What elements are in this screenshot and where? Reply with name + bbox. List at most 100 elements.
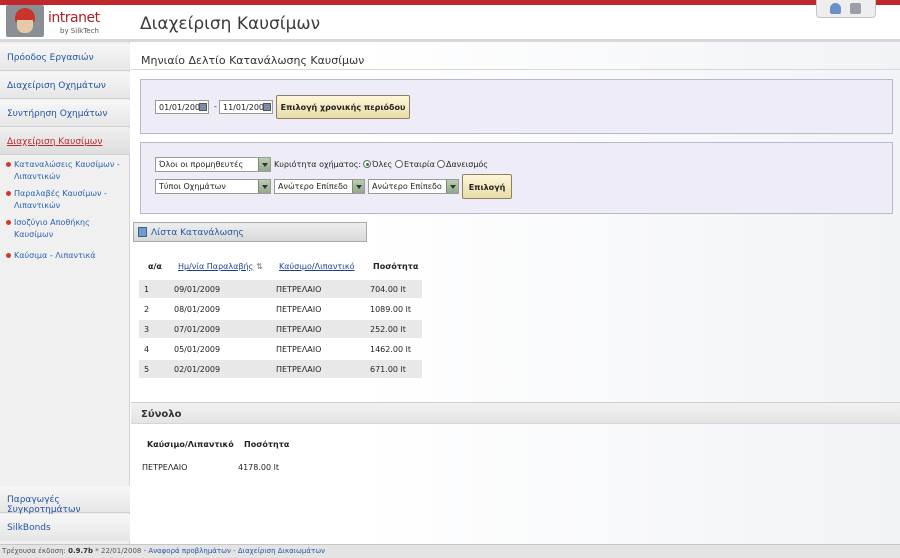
cell-index: 5: [144, 365, 150, 374]
tab-consumption-list-label: Λίστα Κατανάλωσης: [151, 228, 244, 238]
date-from-input[interactable]: 01/01/2009: [155, 100, 209, 114]
table-row: 3 07/01/2009 ΠΕΤΡΕΛΑΙΟ 252.00 lt: [139, 320, 422, 338]
chevron-down-icon: [446, 180, 458, 193]
period-panel: 01/01/2009 - 11/01/2009 Επιλογή χρονικής…: [140, 79, 893, 134]
page-title-bar: Μηνιαίο Δελτίο Κατανάλωσης Καυσίμων: [131, 46, 900, 70]
supplier-select-value: Όλοι οι προμηθευτές: [159, 160, 244, 169]
select-period-button[interactable]: Επιλογή χρονικής περιόδου: [276, 95, 410, 119]
table-row: 5 02/01/2009 ΠΕΤΡΕΛΑΙΟ 671.00 lt: [139, 360, 422, 378]
date-to-input[interactable]: 11/01/2009: [219, 100, 273, 114]
table-row: 4 05/01/2009 ΠΕΤΡΕΛΑΙΟ 1462.00 lt: [139, 340, 422, 358]
summary-header-quantity: Ποσότητα: [244, 440, 290, 449]
sidebar-subitem-label: Καύσιμα - Λιπαντικά: [14, 251, 96, 260]
ownership-radio-loan[interactable]: [437, 160, 445, 168]
version-number: 0.9.7b: [68, 547, 94, 555]
permissions-link[interactable]: Διαχείριση Δικαιωμάτων: [238, 547, 325, 555]
column-header-index: α/α: [148, 262, 162, 271]
cell-fuel: ΠΕΤΡΕΛΑΙΟ: [276, 325, 322, 334]
chevron-down-icon: [258, 180, 270, 193]
filter-panel: Όλοι οι προμηθευτές Κυριότητα οχήματος: …: [140, 142, 893, 214]
sidebar-item-assembly-production[interactable]: Παραγωγές Συγκροτημάτων: [0, 486, 130, 515]
cell-date: 07/01/2009: [174, 325, 221, 334]
calendar-icon[interactable]: [263, 103, 271, 111]
column-header-fuel-link[interactable]: Καύσιμο/Λιπαντικό: [279, 262, 354, 271]
vehicle-types-select[interactable]: Τύποι Οχημάτων: [155, 179, 271, 194]
logo-subtitle: by SilkTech: [60, 27, 99, 35]
cell-index: 3: [144, 325, 150, 334]
vehicle-types-value: Τύποι Οχημάτων: [159, 182, 226, 191]
cell-index: 1: [144, 285, 150, 294]
column-header-fuel[interactable]: Καύσιμο/Λιπαντικό: [279, 262, 354, 271]
column-header-date-link[interactable]: Ημ/νία Παραλαβής: [178, 262, 253, 271]
face-icon: [17, 20, 33, 33]
print-icon[interactable]: [850, 3, 861, 14]
summary-title: Σύνολο: [141, 409, 182, 420]
sidebar-subitem-label: Ισοζύγιο Αποθήκης Καυσίμων: [14, 218, 90, 239]
sidebar-item-fuel-management[interactable]: Διαχείριση Καυσίμων: [0, 128, 130, 155]
column-header-quantity: Ποσότητα: [373, 262, 419, 271]
sidebar-item-work-progress[interactable]: Πρόοδος Εργασιών: [0, 44, 130, 71]
cell-quantity: 1462.00 lt: [370, 345, 411, 354]
table-row: 2 08/01/2009 ΠΕΤΡΕΛΑΙΟ 1089.00 lt: [139, 300, 422, 318]
toolbar-tab: [816, 0, 876, 18]
chevron-down-icon: [258, 158, 270, 171]
calendar-icon[interactable]: [199, 103, 207, 111]
sidebar-subitem-label: Παραλαβές Καυσίμων - Λιπαντικών: [14, 189, 107, 210]
ownership-radio-company[interactable]: [395, 160, 403, 168]
version-date: * 22/01/2008 -: [95, 547, 147, 555]
logo-icon[interactable]: [6, 5, 44, 37]
summary-header: Σύνολο: [131, 402, 900, 424]
cell-date: 02/01/2009: [174, 365, 221, 374]
date-separator: -: [214, 102, 217, 111]
cell-quantity: 671.00 lt: [370, 365, 406, 374]
cell-date: 08/01/2009: [174, 305, 221, 314]
document-icon: [138, 227, 147, 237]
summary-cell-fuel: ΠΕΤΡΕΛΑΙΟ: [142, 463, 188, 472]
main-content: Μηνιαίο Δελτίο Κατανάλωσης Καυσίμων 01/0…: [131, 42, 900, 544]
summary-cell-quantity: 4178.00 lt: [238, 463, 279, 472]
ownership-radio-all[interactable]: [363, 160, 371, 168]
header-stripe: [0, 0, 900, 5]
logo-text: intranet: [48, 10, 100, 26]
bullet-icon: [6, 253, 11, 258]
level1-value: Ανώτερο Επίπεδο: [278, 182, 348, 191]
cell-date: 05/01/2009: [174, 345, 221, 354]
sidebar-item-silkbonds[interactable]: SilkBonds: [0, 514, 130, 541]
cell-quantity: 252.00 lt: [370, 325, 406, 334]
ownership-option-all: Όλες: [372, 160, 393, 169]
cell-index: 4: [144, 345, 150, 354]
sidebar-item-vehicle-management[interactable]: Διαχείριση Οχημάτων: [0, 72, 130, 99]
sidebar-subitem-fuels-lubricants[interactable]: Καύσιμα - Λιπαντικά: [6, 250, 124, 262]
cell-date: 09/01/2009: [174, 285, 221, 294]
user-icon[interactable]: [830, 3, 841, 14]
sidebar-item-vehicle-maintenance[interactable]: Συντήρηση Οχημάτων: [0, 100, 130, 127]
sort-icon[interactable]: ⇅: [256, 262, 263, 271]
cell-fuel: ΠΕΤΡΕΛΑΙΟ: [276, 285, 322, 294]
level1-select[interactable]: Ανώτερο Επίπεδο: [274, 179, 365, 194]
apply-filter-button[interactable]: Επιλογή: [462, 174, 512, 199]
sidebar: Πρόοδος Εργασιών Διαχείριση Οχημάτων Συν…: [0, 42, 130, 544]
report-problems-link[interactable]: Αναφορά προβλημάτων: [148, 547, 231, 555]
sidebar-subitem-fuel-balance[interactable]: Ισοζύγιο Αποθήκης Καυσίμων: [6, 217, 124, 241]
version-label: Τρέχουσα έκδοση:: [2, 547, 66, 555]
level2-select[interactable]: Ανώτερο Επίπεδο: [368, 179, 459, 194]
cell-quantity: 704.00 lt: [370, 285, 406, 294]
sidebar-subitem-label: Καταναλώσεις Καυσίμων - Λιπαντικών: [14, 160, 120, 181]
footer: Τρέχουσα έκδοση: 0.9.7b * 22/01/2008 - Α…: [0, 544, 900, 558]
cell-index: 2: [144, 305, 150, 314]
tab-consumption-list[interactable]: Λίστα Κατανάλωσης: [133, 222, 367, 242]
cell-fuel: ΠΕΤΡΕΛΑΙΟ: [276, 305, 322, 314]
sidebar-subitem-fuel-consumption[interactable]: Καταναλώσεις Καυσίμων - Λιπαντικών: [6, 159, 124, 183]
supplier-select[interactable]: Όλοι οι προμηθευτές: [155, 157, 271, 172]
ownership-label: Κυριότητα οχήματος:: [274, 160, 362, 169]
chevron-down-icon: [352, 180, 364, 193]
cell-fuel: ΠΕΤΡΕΛΑΙΟ: [276, 345, 322, 354]
bullet-icon: [6, 220, 11, 225]
cell-quantity: 1089.00 lt: [370, 305, 411, 314]
sidebar-subitem-fuel-receipts[interactable]: Παραλαβές Καυσίμων - Λιπαντικών: [6, 188, 124, 212]
column-header-date[interactable]: Ημ/νία Παραλαβής ⇅: [178, 262, 263, 271]
bullet-icon: [6, 162, 11, 167]
footer-separator: -: [233, 547, 236, 555]
summary-header-fuel: Καύσιμο/Λιπαντικό: [147, 440, 234, 449]
table-row: 1 09/01/2009 ΠΕΤΡΕΛΑΙΟ 704.00 lt: [139, 280, 422, 298]
